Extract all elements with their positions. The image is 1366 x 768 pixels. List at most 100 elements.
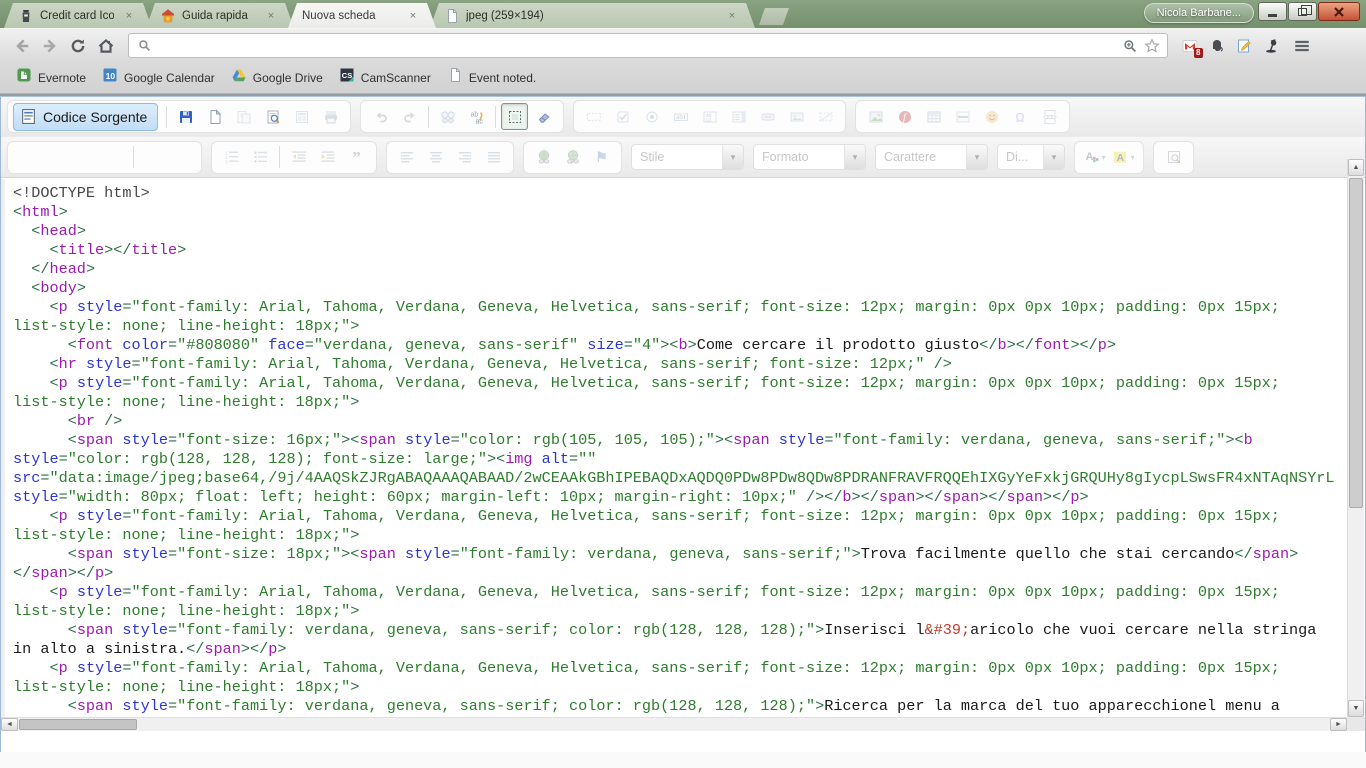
bg-color-button[interactable]: A ▾ xyxy=(1110,144,1137,171)
new-tab-button[interactable] xyxy=(759,8,789,25)
special-char-button[interactable]: Ω xyxy=(1007,103,1034,130)
gmail-unread-badge: 8 xyxy=(1193,47,1203,58)
text-field-button[interactable]: ab xyxy=(667,103,694,130)
evernote-elephant-extension-button[interactable] xyxy=(1203,33,1230,59)
reload-button[interactable] xyxy=(64,33,92,59)
search-icon xyxy=(133,35,155,57)
horizontal-rule-button[interactable] xyxy=(949,103,976,130)
align-left-button[interactable] xyxy=(393,144,420,171)
outdent-button[interactable] xyxy=(285,144,312,171)
minimize-button[interactable] xyxy=(1258,2,1287,21)
checkbox-icon xyxy=(617,111,629,122)
superscript-button[interactable] xyxy=(168,144,195,171)
tab[interactable]: jpeg (259×194) × xyxy=(430,3,755,28)
numbered-list-button[interactable]: 123 xyxy=(218,144,245,171)
redo-button[interactable] xyxy=(396,103,423,130)
subscript-button[interactable] xyxy=(139,144,166,171)
code-line: <html> xyxy=(13,203,68,221)
tab-close-icon[interactable]: × xyxy=(406,9,420,23)
form-button[interactable] xyxy=(580,103,607,130)
new-page-button[interactable] xyxy=(201,103,228,130)
align-center-button[interactable] xyxy=(422,144,449,171)
strike-button[interactable] xyxy=(101,144,128,171)
find-button[interactable] xyxy=(434,103,461,130)
indent-button[interactable] xyxy=(314,144,341,171)
align-right-icon xyxy=(458,152,471,163)
remove-format-button[interactable] xyxy=(530,103,557,130)
unlink-button[interactable] xyxy=(559,144,586,171)
vertical-scroll-thumb[interactable] xyxy=(1349,178,1363,508)
bookmark-star-icon[interactable] xyxy=(1141,35,1163,57)
scroll-down-arrow-icon[interactable]: ▼ xyxy=(1348,700,1364,717)
note-pencil-extension-button[interactable] xyxy=(1230,33,1257,59)
save-button[interactable] xyxy=(172,103,199,130)
source-code-textarea[interactable]: <!DOCTYPE html> <html> <head> <title></ti… xyxy=(1,179,1347,717)
hidden-field-button[interactable] xyxy=(812,103,839,130)
maximize-icon xyxy=(1167,151,1180,164)
text-color-button[interactable]: A ▾ xyxy=(1081,144,1108,171)
dropdown-formato[interactable]: Formato ▾ xyxy=(753,144,866,170)
checkbox-button[interactable] xyxy=(609,103,636,130)
replace-button[interactable]: ab ac xyxy=(463,103,490,130)
print-button[interactable] xyxy=(317,103,344,130)
address-input[interactable] xyxy=(155,35,1119,56)
bookmark-item[interactable]: 10 Google Calendar xyxy=(94,66,223,90)
menu-button[interactable] xyxy=(1288,33,1316,59)
source-mode-button[interactable]: Codice Sorgente xyxy=(13,102,159,131)
bookmark-item[interactable]: Event noted. xyxy=(439,66,544,90)
button-button[interactable] xyxy=(754,103,781,130)
flash-button[interactable]: f xyxy=(891,103,918,130)
print-preview-button[interactable] xyxy=(259,103,286,130)
bookmark-item[interactable]: Google Drive xyxy=(223,66,331,90)
back-button[interactable] xyxy=(8,33,36,59)
radio-button[interactable] xyxy=(638,103,665,130)
underline-button[interactable] xyxy=(72,144,99,171)
dropdown-stile[interactable]: Stile ▾ xyxy=(631,144,744,170)
restore-button[interactable] xyxy=(1288,2,1317,21)
vertical-scrollbar[interactable]: ▲ ▼ xyxy=(1347,159,1364,717)
tab[interactable]: Credit card Icons for Andr × xyxy=(4,3,152,28)
bold-button[interactable] xyxy=(14,144,41,171)
user-profile-button[interactable]: Nicola Barbane... xyxy=(1143,3,1254,23)
select-field-button[interactable] xyxy=(725,103,752,130)
maximize-button[interactable] xyxy=(1160,144,1187,171)
lamp-extension-button[interactable] xyxy=(1257,33,1284,59)
align-justify-button[interactable] xyxy=(480,144,507,171)
page-break-button[interactable] xyxy=(1036,103,1063,130)
textarea-button[interactable]: ab cd xyxy=(696,103,723,130)
templates-button[interactable] xyxy=(288,103,315,130)
scroll-up-arrow-icon[interactable]: ▲ xyxy=(1348,159,1364,176)
table-button[interactable] xyxy=(920,103,947,130)
horizontal-scroll-thumb[interactable] xyxy=(19,719,137,730)
home-button[interactable] xyxy=(92,33,120,59)
anchor-button[interactable]: ⚑ xyxy=(588,144,615,171)
preview-button[interactable] xyxy=(230,103,257,130)
tab-close-icon[interactable]: × xyxy=(264,9,278,23)
tab-close-icon[interactable]: × xyxy=(725,9,739,23)
gmail-extension-button[interactable]: 8 xyxy=(1176,33,1203,59)
align-right-button[interactable] xyxy=(451,144,478,171)
dropdown-di[interactable]: Di... ▾ xyxy=(997,144,1065,170)
code-line: <span style="font-size: 16px;"><span sty… xyxy=(67,431,1253,449)
zoom-icon[interactable] xyxy=(1119,35,1141,57)
link-button[interactable] xyxy=(530,144,557,171)
bookmark-item[interactable]: Evernote xyxy=(8,66,94,90)
italic-button[interactable] xyxy=(43,144,70,171)
close-button[interactable] xyxy=(1318,2,1360,21)
image-button-button[interactable] xyxy=(783,103,810,130)
scroll-left-arrow-icon[interactable]: ◄ xyxy=(1,718,18,731)
tab[interactable]: Guida rapida × xyxy=(146,3,294,28)
scroll-right-arrow-icon[interactable]: ► xyxy=(1330,718,1347,731)
select-all-button[interactable] xyxy=(501,103,529,130)
tab-close-icon[interactable]: × xyxy=(122,9,136,23)
image-button[interactable] xyxy=(862,103,889,130)
smiley-button[interactable] xyxy=(978,103,1005,130)
bulleted-list-button[interactable] xyxy=(247,144,274,171)
undo-button[interactable] xyxy=(367,103,394,130)
blockquote-button[interactable]: ” xyxy=(343,144,370,171)
forward-button[interactable] xyxy=(36,33,64,59)
tab-active[interactable]: Nuova scheda × xyxy=(288,3,436,28)
horizontal-scrollbar[interactable]: ◄ ► xyxy=(1,717,1347,731)
bookmark-item[interactable]: CS CamScanner xyxy=(331,66,439,90)
dropdown-carattere[interactable]: Carattere ▾ xyxy=(875,144,988,170)
